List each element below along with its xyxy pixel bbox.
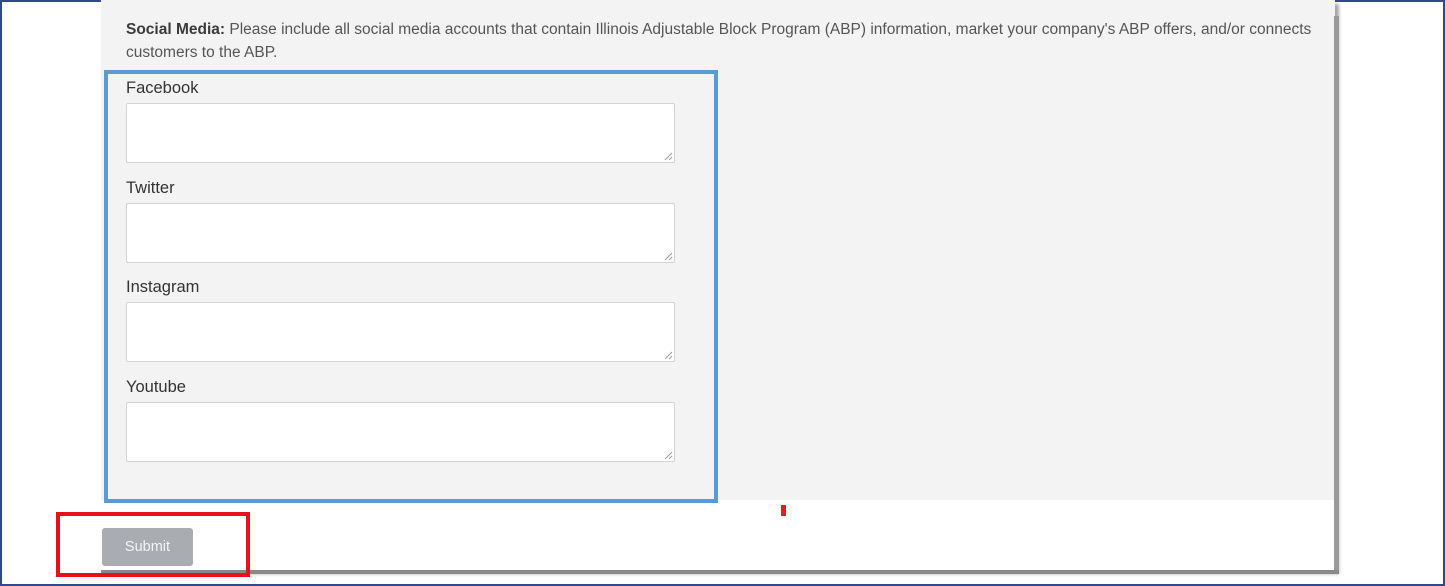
required-marker (781, 505, 786, 516)
submit-highlight (56, 512, 250, 577)
social-media-heading: Social Media: (126, 21, 226, 38)
card-shadow-right (1334, 16, 1339, 572)
card-shadow-bottom (101, 570, 1339, 574)
social-media-instructions: Social Media: Please include all social … (126, 18, 1336, 64)
social-fields-highlight (104, 70, 718, 503)
social-media-description: Please include all social media accounts… (126, 21, 1312, 61)
